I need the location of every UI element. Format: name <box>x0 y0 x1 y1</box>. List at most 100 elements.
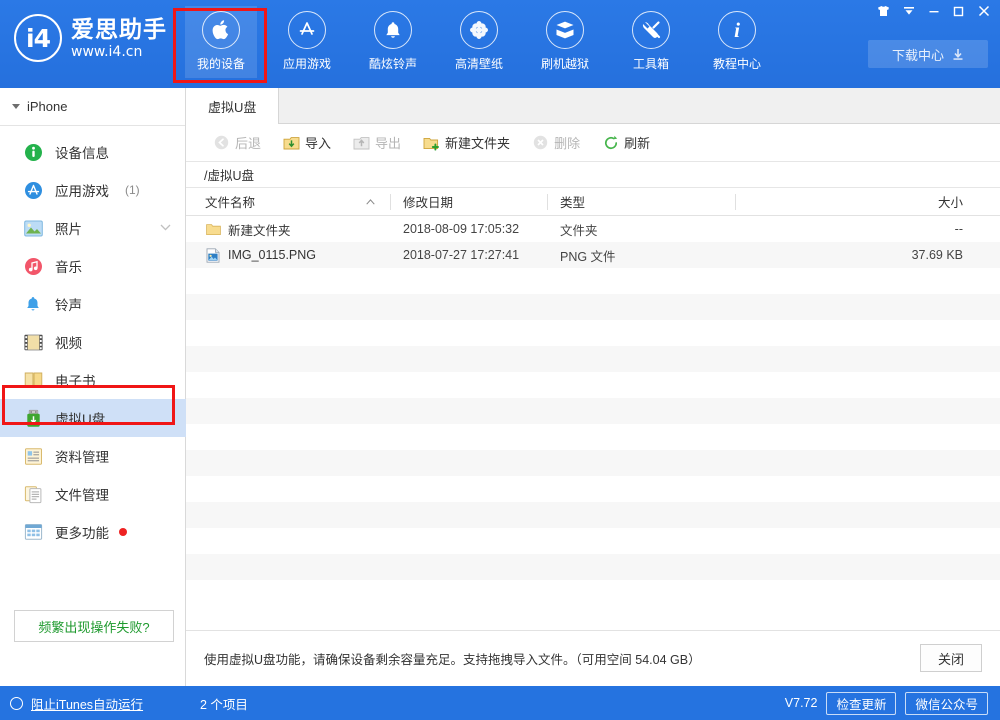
column-header-modified[interactable]: 修改日期 <box>391 188 548 216</box>
sidebar-item-label: 资料管理 <box>55 446 109 466</box>
wechat-button[interactable]: 微信公众号 <box>905 692 988 715</box>
empty-row <box>186 450 1000 476</box>
skin-icon[interactable] <box>871 0 896 22</box>
menu-icon[interactable] <box>896 0 921 22</box>
refresh-button[interactable]: 刷新 <box>593 130 659 156</box>
sidebar-item-label: 应用游戏 <box>55 180 109 200</box>
appstore-circle-icon <box>22 179 44 201</box>
box-icon <box>546 11 584 49</box>
new-folder-icon <box>423 134 440 151</box>
column-header-size[interactable]: 大小 <box>736 188 981 216</box>
download-center-button[interactable]: 下载中心 <box>868 40 988 68</box>
file-size: 37.69 KB <box>736 248 981 262</box>
status-bar: 阻止iTunes自动运行 2 个项目 V7.72 检查更新 微信公众号 <box>0 686 1000 720</box>
bell-icon <box>374 11 412 49</box>
sidebar-item-ringtones[interactable]: 铃声 <box>0 285 185 323</box>
back-label: 后退 <box>235 133 261 152</box>
file-type: 文件夹 <box>548 220 736 239</box>
table-row[interactable]: IMG_0115.PNG 2018-07-27 17:27:41 PNG 文件 … <box>186 242 1000 268</box>
brand-url: www.i4.cn <box>71 45 167 59</box>
flower-icon <box>460 11 498 49</box>
book-icon <box>22 369 44 391</box>
column-header-filename[interactable]: 文件名称 <box>186 188 391 216</box>
delete-button[interactable]: 删除 <box>523 130 589 156</box>
close-button[interactable]: 关闭 <box>920 644 982 672</box>
check-update-button[interactable]: 检查更新 <box>826 692 896 715</box>
sidebar-item-more-features[interactable]: 更多功能 <box>0 513 185 551</box>
nav-item-tutorials[interactable]: i 教程中心 <box>701 6 773 78</box>
empty-row <box>186 528 1000 554</box>
ringtone-icon <box>22 293 44 315</box>
itunes-toggle[interactable]: 阻止iTunes自动运行 <box>0 686 186 720</box>
export-label: 导出 <box>375 133 401 152</box>
sidebar-list: 设备信息 应用游戏 (1) 照片 <box>0 126 185 551</box>
back-icon <box>213 134 230 151</box>
minimize-icon[interactable] <box>921 0 946 22</box>
tab-virtual-usb[interactable]: 虚拟U盘 <box>186 88 279 124</box>
sidebar-item-data-management[interactable]: 资料管理 <box>0 437 185 475</box>
nav-item-my-device[interactable]: 我的设备 <box>185 6 257 78</box>
sidebar-item-count: (1) <box>125 183 140 197</box>
file-modified: 2018-08-09 17:05:32 <box>391 222 548 236</box>
sidebar-item-label: 虚拟U盘 <box>55 408 105 428</box>
refresh-label: 刷新 <box>624 133 650 152</box>
empty-row <box>186 268 1000 294</box>
itunes-toggle-label: 阻止iTunes自动运行 <box>31 694 143 713</box>
empty-row <box>186 372 1000 398</box>
brand-logo[interactable]: i4 爱思助手 www.i4.cn <box>14 14 167 62</box>
column-label: 修改日期 <box>403 192 453 211</box>
sidebar-item-apps-games[interactable]: 应用游戏 (1) <box>0 171 185 209</box>
file-name: IMG_0115.PNG <box>228 248 316 262</box>
delete-label: 删除 <box>554 133 580 152</box>
sidebar-item-ebooks[interactable]: 电子书 <box>0 361 185 399</box>
brand-name: 爱思助手 <box>71 18 167 41</box>
maximize-icon[interactable] <box>946 0 971 22</box>
window-controls <box>871 0 996 22</box>
new-folder-button[interactable]: 新建文件夹 <box>414 130 519 156</box>
item-count: 2 个项目 <box>200 694 248 713</box>
back-button[interactable]: 后退 <box>204 130 270 156</box>
nav-label: 应用游戏 <box>283 55 331 72</box>
column-header-type[interactable]: 类型 <box>548 188 736 216</box>
sidebar-item-label: 设备信息 <box>55 142 109 162</box>
files-icon <box>22 483 44 505</box>
sidebar-item-videos[interactable]: 视频 <box>0 323 185 361</box>
device-selector[interactable]: iPhone <box>0 88 185 126</box>
sidebar-item-device-info[interactable]: 设备信息 <box>0 133 185 171</box>
import-icon <box>283 134 300 151</box>
new-folder-label: 新建文件夹 <box>445 133 510 152</box>
sidebar-item-file-management[interactable]: 文件管理 <box>0 475 185 513</box>
column-label: 文件名称 <box>205 192 255 211</box>
nav-item-wallpapers[interactable]: 高清壁纸 <box>443 6 515 78</box>
chevron-down-icon[interactable] <box>160 223 171 234</box>
empty-row <box>186 346 1000 372</box>
path-bar: /虚拟U盘 <box>186 162 1000 188</box>
sidebar-item-label: 文件管理 <box>55 484 109 504</box>
appstore-icon <box>288 11 326 49</box>
sidebar-item-music[interactable]: 音乐 <box>0 247 185 285</box>
app-header: i4 爱思助手 www.i4.cn 我的设备 应用游戏 <box>0 0 1000 88</box>
nav-item-toolbox[interactable]: 工具箱 <box>615 6 687 78</box>
nav-item-flash-jailbreak[interactable]: 刷机越狱 <box>529 6 601 78</box>
help-button[interactable]: 频繁出现操作失败? <box>14 610 174 642</box>
info-icon: i <box>718 11 756 49</box>
import-button[interactable]: 导入 <box>274 130 340 156</box>
export-button[interactable]: 导出 <box>344 130 410 156</box>
close-icon[interactable] <box>971 0 996 22</box>
empty-row <box>186 294 1000 320</box>
apple-icon <box>202 11 240 49</box>
main-panel: 虚拟U盘 后退 导入 导出 <box>186 88 1000 686</box>
empty-row <box>186 580 1000 594</box>
sidebar-item-virtual-usb[interactable]: 虚拟U盘 <box>0 399 192 437</box>
file-list[interactable]: 新建文件夹 2018-08-09 17:05:32 文件夹 -- IMG_011… <box>186 216 1000 594</box>
app-window: i4 爱思助手 www.i4.cn 我的设备 应用游戏 <box>0 0 1000 720</box>
table-row[interactable]: 新建文件夹 2018-08-09 17:05:32 文件夹 -- <box>186 216 1000 242</box>
info-circle-icon <box>22 141 44 163</box>
sidebar-item-photos[interactable]: 照片 <box>0 209 185 247</box>
nav-item-apps-games[interactable]: 应用游戏 <box>271 6 343 78</box>
file-size: -- <box>736 222 981 236</box>
usb-icon <box>22 407 44 429</box>
nav-item-ringtones[interactable]: 酷炫铃声 <box>357 6 429 78</box>
nav-label: 刷机越狱 <box>541 55 589 72</box>
empty-row <box>186 424 1000 450</box>
